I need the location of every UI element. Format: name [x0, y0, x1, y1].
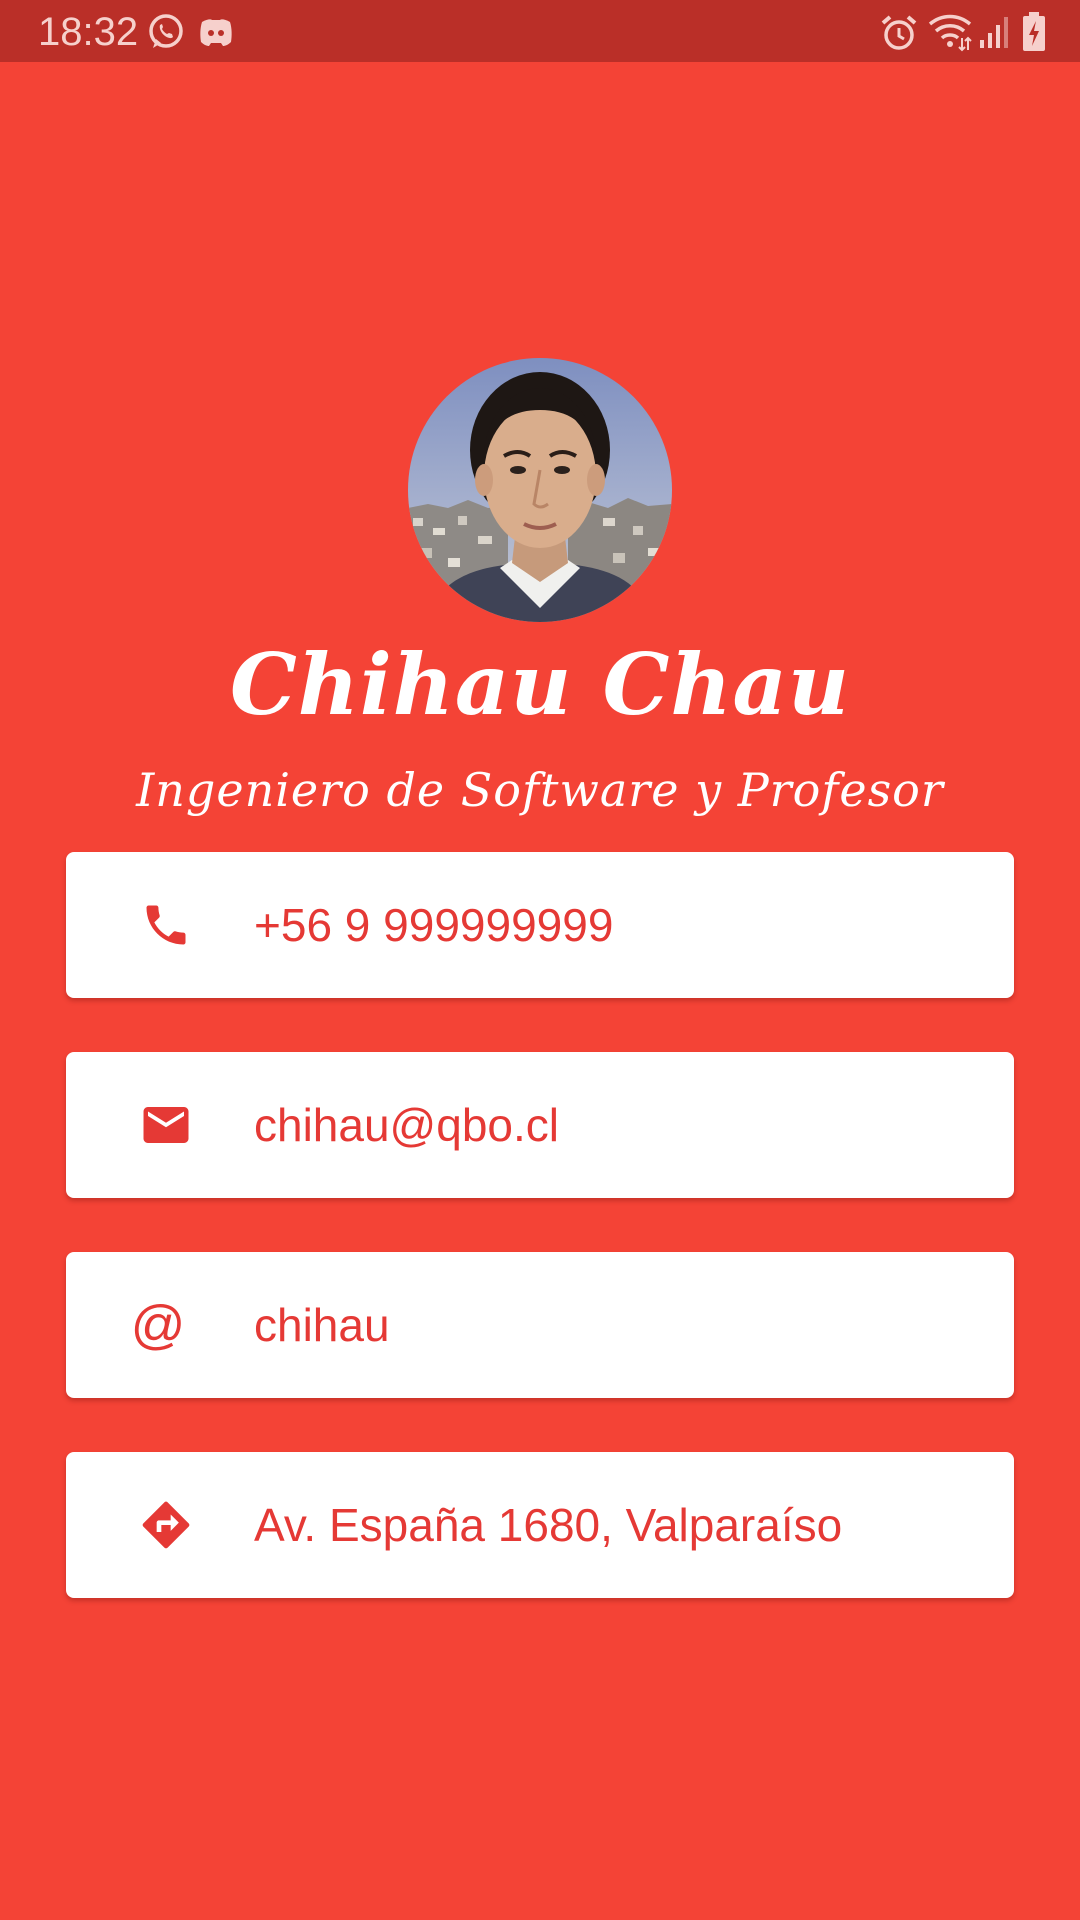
profile-name: Chihau Chau: [229, 635, 851, 734]
status-bar: 18:32: [0, 0, 1080, 62]
username-card[interactable]: @ chihau: [66, 1252, 1014, 1398]
alarm-icon: [880, 14, 918, 52]
avatar: [408, 358, 672, 622]
address-text: Av. España 1680, Valparaíso: [254, 1499, 843, 1551]
email-text: chihau@qbo.cl: [254, 1099, 559, 1151]
wifi-icon: [928, 12, 972, 52]
email-icon: [134, 1093, 198, 1157]
discord-icon: [198, 16, 234, 50]
app-screen: 18:32 Chihau Chau Ingeniero de Software …: [0, 0, 1080, 1920]
phone-text: +56 9 999999999: [254, 899, 614, 951]
username-text: chihau: [254, 1299, 390, 1351]
status-time: 18:32: [38, 10, 139, 54]
at-symbol: @: [130, 1295, 186, 1355]
phone-icon: [134, 893, 198, 957]
profile-title: Ingeniero de Software y Profesor: [136, 763, 944, 817]
email-card[interactable]: chihau@qbo.cl: [66, 1052, 1014, 1198]
whatsapp-icon: [146, 12, 186, 52]
at-icon: @: [126, 1293, 190, 1357]
address-card[interactable]: Av. España 1680, Valparaíso: [66, 1452, 1014, 1598]
phone-card[interactable]: +56 9 999999999: [66, 852, 1014, 998]
directions-icon: [134, 1493, 198, 1557]
signal-icon: [980, 14, 1010, 48]
battery-charging-icon: [1022, 12, 1046, 52]
